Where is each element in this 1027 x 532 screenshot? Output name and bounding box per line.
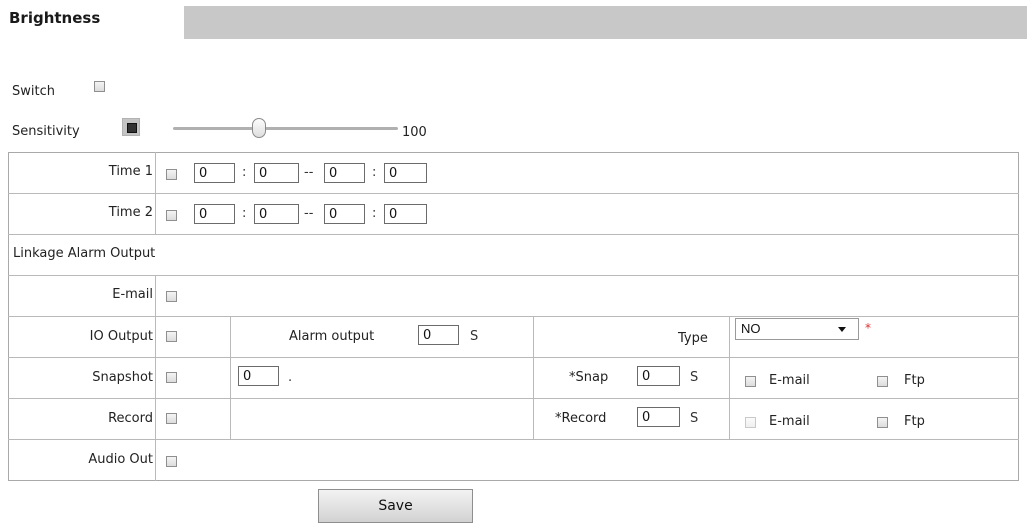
snap-unit: S — [690, 370, 699, 385]
colon-separator: : — [242, 165, 247, 180]
save-button[interactable]: Save — [318, 489, 473, 523]
snap-label: *Snap — [569, 370, 609, 385]
audio-out-label: Audio Out — [88, 452, 153, 467]
row-divider — [8, 316, 1019, 317]
time2-checkbox[interactable] — [166, 210, 177, 221]
record-ftp-checkbox[interactable] — [877, 417, 888, 428]
snapshot-ftp-checkbox[interactable] — [877, 376, 888, 387]
required-mark: * — [865, 321, 871, 335]
time2-end-hour-input[interactable] — [324, 204, 365, 224]
email-label: E-mail — [112, 287, 153, 302]
record-ftp-label: Ftp — [904, 414, 925, 429]
time2-end-minute-input[interactable] — [384, 204, 427, 224]
record-seconds-input[interactable] — [637, 407, 680, 427]
time1-start-hour-input[interactable] — [194, 163, 235, 183]
io-output-label: IO Output — [89, 329, 153, 344]
row-divider — [8, 234, 1019, 235]
linkage-alarm-title: Linkage Alarm Output — [13, 246, 156, 261]
colon-separator: : — [372, 206, 377, 221]
record-seconds-label: *Record — [555, 411, 607, 426]
type-select[interactable]: NO — [735, 318, 859, 340]
snapshot-ftp-label: Ftp — [904, 373, 925, 388]
column-divider — [230, 316, 231, 439]
alarm-output-input[interactable] — [418, 325, 459, 345]
snapshot-dot: . — [288, 370, 293, 385]
record-email-checkbox[interactable] — [745, 417, 756, 428]
snapshot-label: Snapshot — [92, 370, 153, 385]
chevron-down-icon — [838, 327, 846, 332]
square-icon — [127, 123, 137, 133]
switch-checkbox[interactable] — [94, 81, 105, 92]
column-divider — [729, 316, 730, 439]
dash-separator: -- — [304, 165, 314, 180]
snapshot-email-checkbox[interactable] — [745, 376, 756, 387]
alarm-output-label: Alarm output — [289, 329, 375, 344]
snapshot-count-input[interactable] — [238, 366, 279, 386]
type-label: Type — [678, 331, 708, 346]
sensitivity-slider-handle[interactable] — [252, 118, 266, 138]
sensitivity-toggle-button[interactable] — [122, 118, 140, 136]
snapshot-checkbox[interactable] — [166, 372, 177, 383]
time1-label: Time 1 — [108, 164, 153, 179]
type-select-value: NO — [741, 321, 761, 336]
row-divider — [8, 439, 1019, 440]
record-email-label: E-mail — [769, 414, 810, 429]
switch-label: Switch — [12, 84, 55, 99]
column-divider — [533, 316, 534, 439]
sensitivity-label: Sensitivity — [12, 124, 80, 139]
colon-separator: : — [242, 206, 247, 221]
sensitivity-slider-track[interactable] — [173, 127, 398, 130]
colon-separator: : — [372, 165, 377, 180]
snap-seconds-input[interactable] — [637, 366, 680, 386]
record-label: Record — [108, 411, 153, 426]
row-divider — [8, 357, 1019, 358]
record-checkbox[interactable] — [166, 413, 177, 424]
time1-checkbox[interactable] — [166, 169, 177, 180]
dash-separator: -- — [304, 206, 314, 221]
page-title: Brightness — [9, 9, 101, 27]
row-divider — [8, 193, 1019, 194]
time1-end-minute-input[interactable] — [384, 163, 427, 183]
time1-start-minute-input[interactable] — [254, 163, 299, 183]
record-unit: S — [690, 411, 699, 426]
time2-label: Time 2 — [108, 205, 153, 220]
time1-end-hour-input[interactable] — [324, 163, 365, 183]
time2-start-hour-input[interactable] — [194, 204, 235, 224]
email-checkbox[interactable] — [166, 291, 177, 302]
audio-out-checkbox[interactable] — [166, 456, 177, 467]
column-divider — [155, 275, 156, 481]
alarm-output-unit: S — [470, 329, 479, 344]
io-output-checkbox[interactable] — [166, 331, 177, 342]
snapshot-email-label: E-mail — [769, 373, 810, 388]
row-divider — [8, 398, 1019, 399]
sensitivity-value: 100 — [402, 125, 427, 140]
row-divider — [8, 275, 1019, 276]
time2-start-minute-input[interactable] — [254, 204, 299, 224]
column-divider — [155, 152, 156, 234]
title-bar — [184, 6, 1027, 39]
